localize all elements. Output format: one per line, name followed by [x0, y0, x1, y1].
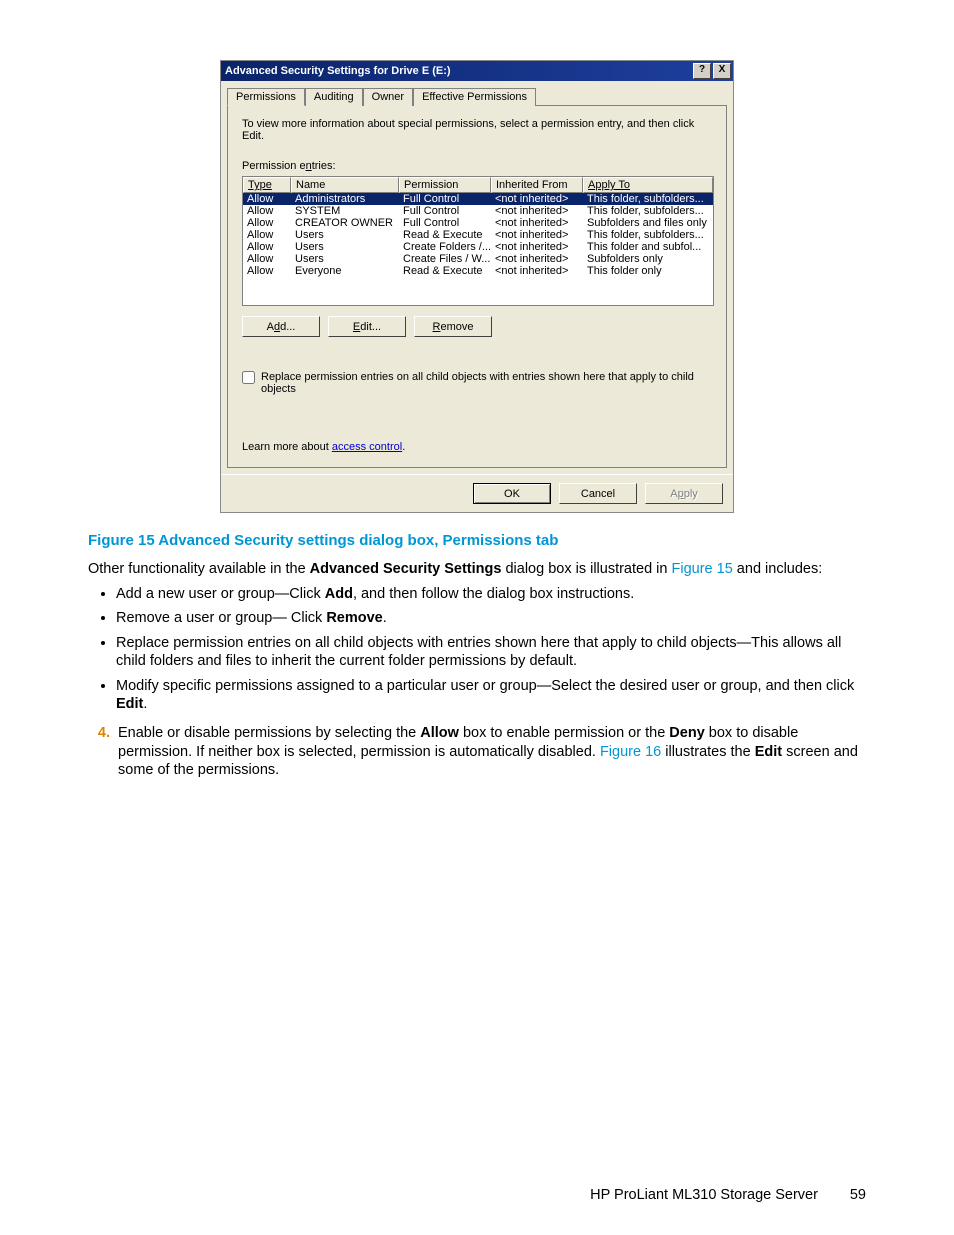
dialog-title: Advanced Security Settings for Drive E (…	[225, 65, 691, 77]
list-item: Remove a user or group— Click Remove.	[116, 609, 866, 628]
cell: Allow	[243, 241, 291, 253]
list-item: Replace permission entries on all child …	[116, 634, 866, 671]
cell: This folder, subfolders...	[583, 193, 713, 205]
table-row[interactable]: AllowCREATOR OWNERFull Control<not inher…	[243, 217, 713, 229]
cell: Read & Execute	[399, 229, 491, 241]
cell: <not inherited>	[491, 253, 583, 265]
step-number: 4.	[88, 724, 110, 743]
cell: Read & Execute	[399, 265, 491, 277]
cell: Full Control	[399, 193, 491, 205]
cell: Users	[291, 241, 399, 253]
table-row[interactable]: AllowUsersCreate Files / W...<not inheri…	[243, 253, 713, 265]
tab-owner[interactable]: Owner	[363, 88, 413, 106]
help-icon[interactable]: ?	[693, 63, 711, 79]
page-footer: HP ProLiant ML310 Storage Server 59	[590, 1187, 866, 1203]
cell: <not inherited>	[491, 265, 583, 277]
figure-15-link[interactable]: Figure 15	[672, 561, 733, 577]
access-control-link[interactable]: access control	[332, 441, 402, 453]
numbered-step: 4. Enable or disable permissions by sele…	[88, 724, 866, 780]
titlebar[interactable]: Advanced Security Settings for Drive E (…	[221, 61, 733, 81]
table-row[interactable]: AllowUsersRead & Execute<not inherited>T…	[243, 229, 713, 241]
security-dialog: Advanced Security Settings for Drive E (…	[220, 60, 734, 513]
table-row[interactable]: AllowSYSTEMFull Control<not inherited>Th…	[243, 205, 713, 217]
table-header: Type Name Permission Inherited From Appl…	[243, 177, 713, 193]
cell: This folder, subfolders...	[583, 205, 713, 217]
table-row[interactable]: AllowEveryoneRead & Execute<not inherite…	[243, 265, 713, 277]
document-body: Figure 15 Advanced Security settings dia…	[88, 531, 866, 780]
add-button[interactable]: Add...	[242, 316, 320, 337]
figure-16-link[interactable]: Figure 16	[600, 744, 661, 760]
col-permission[interactable]: Permission	[399, 177, 491, 193]
cell: Full Control	[399, 217, 491, 229]
cell: Allow	[243, 265, 291, 277]
col-applyto[interactable]: Apply To	[583, 177, 713, 193]
col-inherited[interactable]: Inherited From	[491, 177, 583, 193]
entries-label: Permission entries:	[242, 160, 712, 172]
col-type[interactable]: Type	[243, 177, 291, 193]
learn-more: Learn more about access control.	[242, 441, 712, 453]
cell: Administrators	[291, 193, 399, 205]
ok-button[interactable]: OK	[473, 483, 551, 504]
cell: Create Files / W...	[399, 253, 491, 265]
cell: Allow	[243, 253, 291, 265]
cell: <not inherited>	[491, 241, 583, 253]
cell: Create Folders /...	[399, 241, 491, 253]
col-name[interactable]: Name	[291, 177, 399, 193]
footer-text: HP ProLiant ML310 Storage Server	[590, 1187, 818, 1203]
table-row[interactable]: AllowAdministratorsFull Control<not inhe…	[243, 193, 713, 205]
cell: Allow	[243, 217, 291, 229]
cell: Users	[291, 229, 399, 241]
permission-table[interactable]: Type Name Permission Inherited From Appl…	[242, 176, 714, 306]
cell: <not inherited>	[491, 229, 583, 241]
page-number: 59	[822, 1187, 866, 1203]
figure-caption: Figure 15 Advanced Security settings dia…	[88, 531, 866, 550]
cell: This folder, subfolders...	[583, 229, 713, 241]
cell: <not inherited>	[491, 217, 583, 229]
list-item: Add a new user or group—Click Add, and t…	[116, 585, 866, 604]
remove-button[interactable]: Remove	[414, 316, 492, 337]
list-item: Modify specific permissions assigned to …	[116, 677, 866, 714]
tab-auditing[interactable]: Auditing	[305, 88, 363, 106]
paragraph: Other functionality available in the Adv…	[88, 560, 866, 579]
cell: This folder only	[583, 265, 713, 277]
cell: Allow	[243, 193, 291, 205]
apply-button[interactable]: Apply	[645, 483, 723, 504]
cell: <not inherited>	[491, 205, 583, 217]
cell: Everyone	[291, 265, 399, 277]
cell: Allow	[243, 205, 291, 217]
info-text: To view more information about special p…	[242, 118, 712, 142]
cell: CREATOR OWNER	[291, 217, 399, 229]
table-row[interactable]: AllowUsersCreate Folders /...<not inheri…	[243, 241, 713, 253]
replace-label: Replace permission entries on all child …	[261, 371, 712, 395]
cell: Allow	[243, 229, 291, 241]
cell: Subfolders and files only	[583, 217, 713, 229]
cell: Users	[291, 253, 399, 265]
close-icon[interactable]: X	[713, 63, 731, 79]
cell: Full Control	[399, 205, 491, 217]
tab-permissions[interactable]: Permissions	[227, 88, 305, 106]
tab-effective[interactable]: Effective Permissions	[413, 88, 536, 106]
tab-body: To view more information about special p…	[227, 105, 727, 468]
cell: This folder and subfol...	[583, 241, 713, 253]
cell: SYSTEM	[291, 205, 399, 217]
cell: Subfolders only	[583, 253, 713, 265]
edit-button[interactable]: Edit...	[328, 316, 406, 337]
cancel-button[interactable]: Cancel	[559, 483, 637, 504]
replace-checkbox[interactable]	[242, 371, 255, 384]
cell: <not inherited>	[491, 193, 583, 205]
tab-row: Permissions Auditing Owner Effective Per…	[221, 81, 733, 105]
